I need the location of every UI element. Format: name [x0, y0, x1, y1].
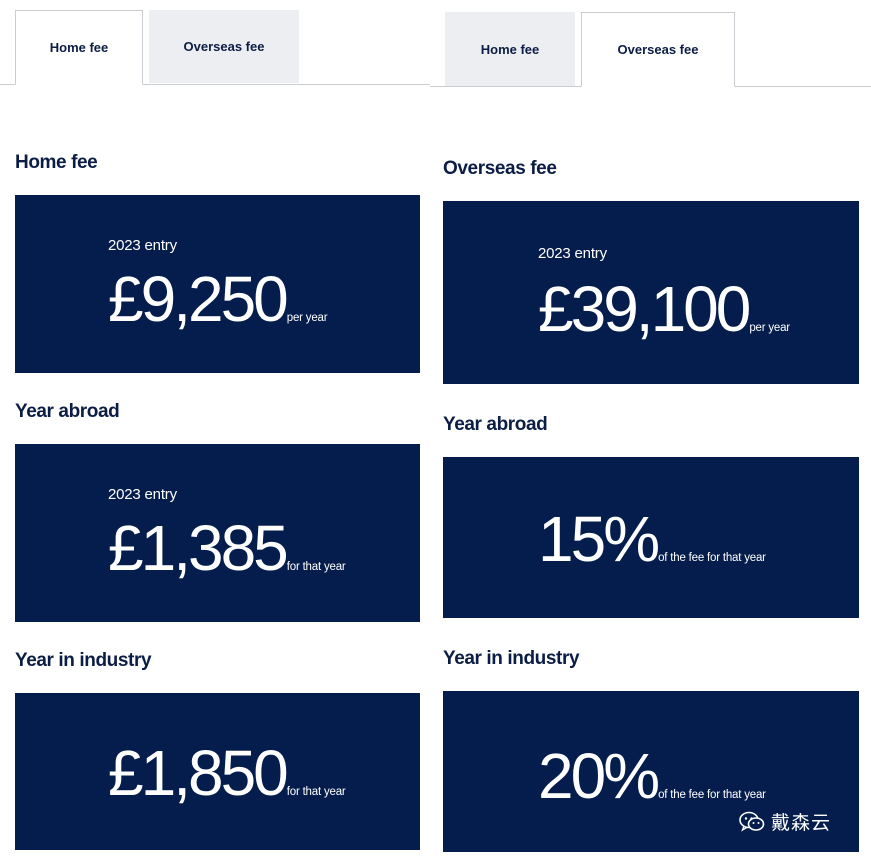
fee-amount: £9,250	[108, 263, 289, 335]
watermark: 戴森云	[739, 808, 831, 835]
fee-period: of the fee for that year	[658, 789, 766, 801]
overseas-fee-panel: Home fee Overseas fee Overseas fee 2023 …	[430, 0, 871, 864]
fee-period: for that year	[286, 561, 346, 573]
home-fee-panel: Home fee Overseas fee Home fee 2023 entr…	[0, 0, 430, 864]
entry-year-label: 2023 entry	[108, 237, 177, 254]
overseas-fee-card: 2023 entry £39,100 per year	[443, 201, 859, 384]
year-abroad-card: 2023 entry £1,385 for that year	[15, 444, 420, 622]
year-abroad-heading: Year abroad	[15, 401, 120, 422]
year-in-industry-card: £1,850 for that year	[15, 693, 420, 850]
entry-year-label: 2023 entry	[538, 245, 607, 262]
fee-percentage: 15%	[538, 503, 660, 575]
year-in-industry-heading: Year in industry	[15, 650, 152, 671]
fee-period: of the fee for that year	[658, 552, 766, 564]
entry-year-label: 2023 entry	[108, 486, 177, 503]
tab-overseas-fee[interactable]: Overseas fee	[581, 12, 735, 87]
fee-amount: £1,385	[108, 512, 289, 584]
fee-period: for that year	[286, 786, 346, 798]
fee-tab-bar: Home fee Overseas fee	[0, 0, 430, 85]
fee-amount: £39,100	[538, 273, 751, 345]
wechat-icon	[739, 811, 765, 833]
fee-period: per year	[286, 312, 328, 324]
tab-overseas-fee[interactable]: Overseas fee	[149, 10, 299, 83]
tab-home-fee[interactable]: Home fee	[445, 12, 575, 86]
watermark-text: 戴森云	[771, 812, 832, 834]
fee-amount: £1,850	[108, 737, 289, 809]
tab-home-fee[interactable]: Home fee	[15, 10, 143, 85]
tab-overseas-fee-label: Overseas fee	[183, 39, 265, 54]
tab-overseas-fee-label: Overseas fee	[617, 42, 699, 57]
home-fee-card: 2023 entry £9,250 per year	[15, 195, 420, 373]
overseas-fee-heading: Overseas fee	[443, 158, 557, 179]
year-abroad-card: 15% of the fee for that year	[443, 457, 859, 618]
year-abroad-heading: Year abroad	[443, 414, 548, 435]
year-in-industry-heading: Year in industry	[443, 648, 580, 669]
tab-home-fee-label: Home fee	[49, 40, 109, 55]
fee-period: per year	[749, 322, 790, 334]
fee-tab-bar: Home fee Overseas fee	[430, 0, 871, 87]
home-fee-heading: Home fee	[15, 152, 98, 173]
fee-percentage: 20%	[538, 740, 660, 812]
tab-home-fee-label: Home fee	[480, 41, 540, 57]
